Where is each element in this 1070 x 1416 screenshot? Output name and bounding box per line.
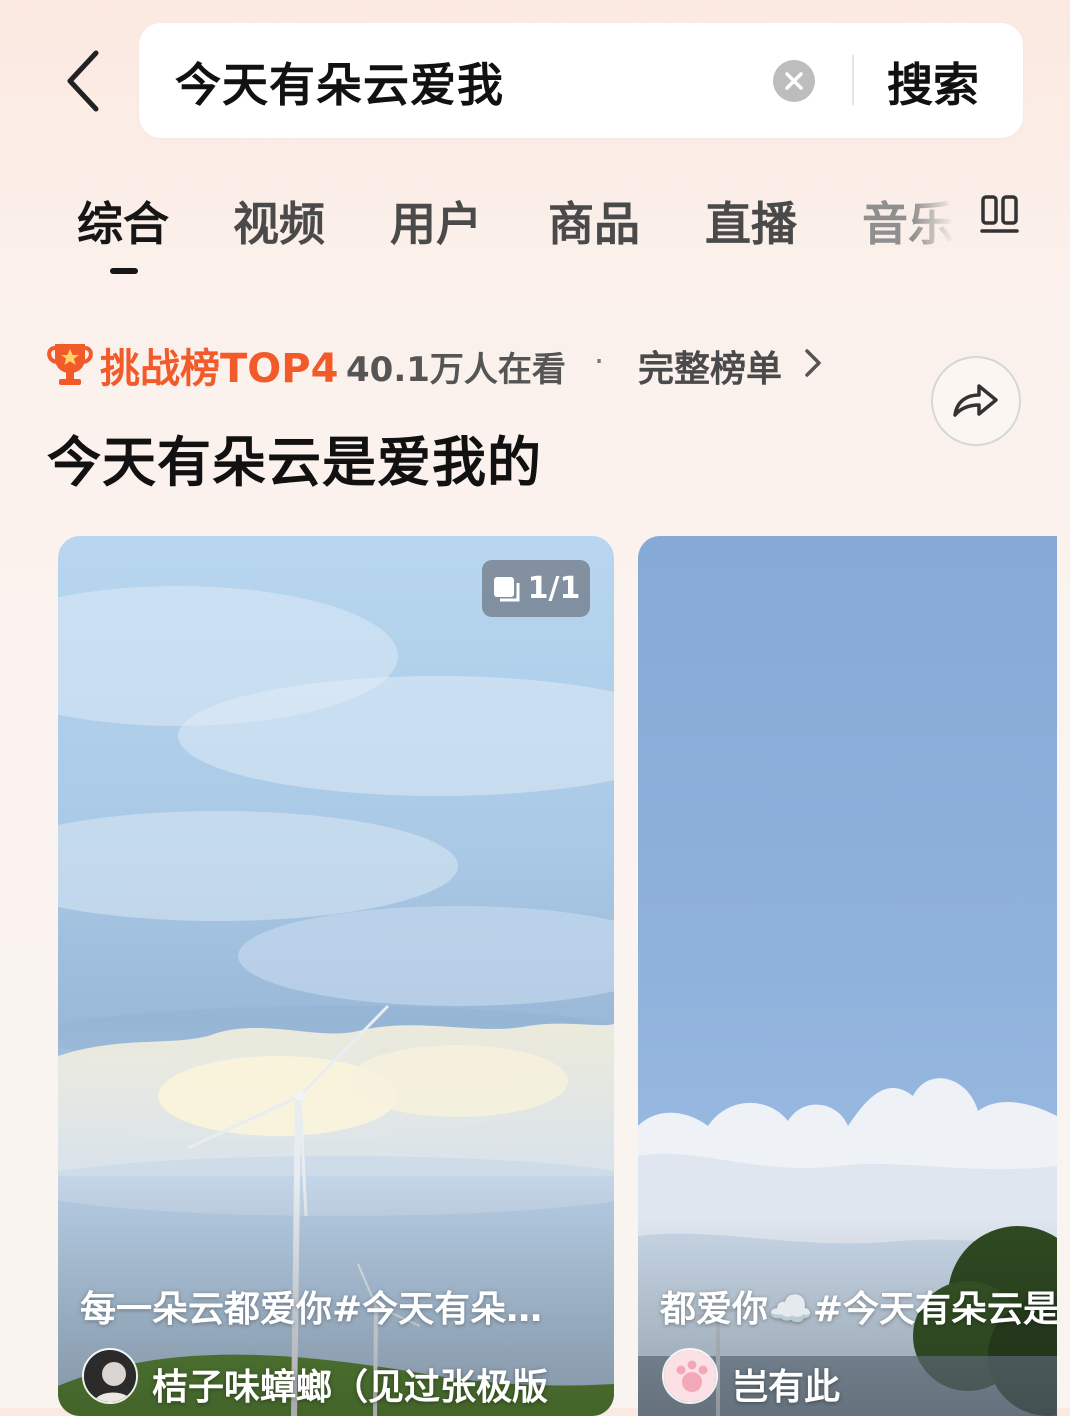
share-arrow-icon — [953, 384, 998, 417]
topic-title[interactable]: 今天有朵云是爱我的 — [47, 418, 542, 497]
image-stack-icon — [493, 576, 520, 601]
tab-video[interactable]: 视频 — [233, 188, 325, 254]
clear-search-button[interactable] — [773, 60, 815, 102]
trophy-icon — [45, 338, 95, 388]
image-count-badge: 1/1 — [482, 560, 590, 617]
chevron-left-icon — [67, 50, 99, 112]
share-button[interactable] — [931, 356, 1021, 446]
tab-live[interactable]: 直播 — [705, 188, 797, 254]
card-author[interactable]: 桔子味蟑螂（见过张极版 — [152, 1358, 548, 1410]
tab-products[interactable]: 商品 — [548, 188, 640, 254]
video-card[interactable]: 都爱你☁️#今天有朵云是 岂有此 — [638, 536, 1057, 1416]
card-author[interactable]: 岂有此 — [732, 1358, 840, 1410]
active-tab-indicator — [110, 268, 138, 274]
tab-music[interactable]: 音乐 — [862, 188, 954, 254]
avatar[interactable] — [662, 1348, 718, 1404]
search-bar: 今天有朵云爱我 搜索 — [139, 23, 1023, 138]
clear-circle-icon — [785, 72, 803, 90]
card-caption: 每一朵云都爱你#今天有朵… — [80, 1289, 543, 1330]
filter-button[interactable] — [979, 194, 1021, 236]
avatar[interactable] — [82, 1348, 138, 1404]
image-count: 1/1 — [527, 571, 581, 606]
back-button[interactable] — [52, 46, 112, 116]
watching-count: 40.1万人在看 — [346, 350, 566, 390]
search-button[interactable]: 搜索 — [887, 49, 979, 115]
search-divider — [852, 55, 854, 105]
video-card[interactable]: 1/1 每一朵云都爱你#今天有朵… 桔子味蟑螂（见过张极版 — [58, 536, 614, 1416]
filter-icon — [980, 195, 1019, 233]
full-list-link[interactable]: 完整榜单 — [638, 340, 782, 392]
challenge-rank-label[interactable]: 挑战榜TOP4 — [100, 336, 338, 394]
chevron-right-icon[interactable] — [800, 346, 826, 380]
search-input[interactable]: 今天有朵云爱我 — [175, 49, 504, 115]
separator-dot: · — [594, 342, 605, 380]
tab-users[interactable]: 用户 — [390, 188, 482, 254]
card-caption: 都爱你☁️#今天有朵云是 — [660, 1289, 1057, 1330]
tab-comprehensive[interactable]: 综合 — [77, 188, 169, 254]
